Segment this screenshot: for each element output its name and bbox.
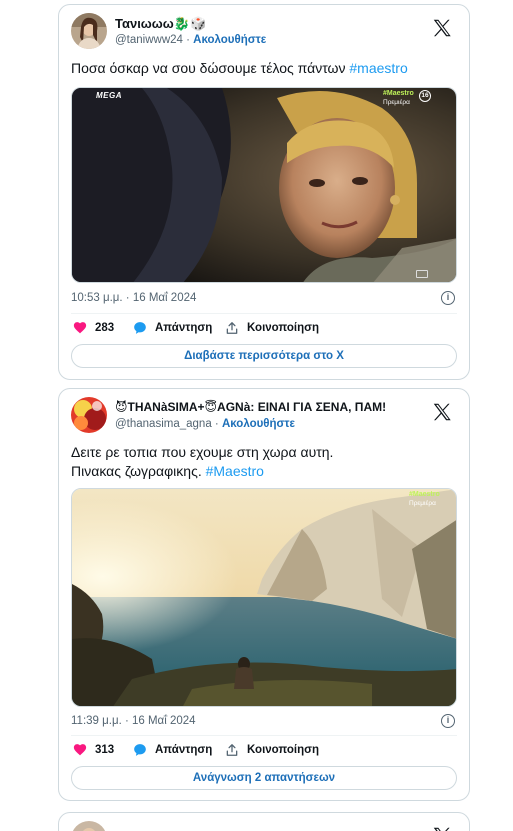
separator-dot: · [214,418,219,430]
heart-icon [73,322,87,334]
tweet-text-line: Δειτε ρε τοπια που εχουμε στη χωρα αυτη. [71,444,334,460]
channel-logo: MEGA [96,91,122,100]
like-count: 313 [95,743,115,756]
premiere-overlay: Πρεμιέρα [409,500,436,507]
reply-label: Απάντηση [155,744,213,756]
tweet-header: Τανιωωω🐉🎲 @taniwww24 · Ακολουθήστε [71,13,457,53]
video-frame [72,88,456,282]
hashtag-link[interactable]: #Maestro [206,463,264,479]
video-frame [72,489,456,706]
tweet-text-body: Ποσα όσκαρ να σου δώσουμε τέλος πάντων [71,60,350,76]
show-tag-overlay: #Maestro [409,491,440,498]
tweet-card: bibibe [58,812,470,831]
tweet-text-body: Πινακας ζωγραφικης. [71,463,206,479]
follow-button[interactable]: Ακολουθήστε [222,418,295,430]
reply-button[interactable]: Απάντηση [133,743,212,757]
x-logo-icon[interactable] [431,17,453,39]
tweet-text-line: Πινακας ζωγραφικης. #Maestro [71,462,457,481]
author-subline: @taniwww24 · Ακολουθήστε [115,34,266,46]
separator-dot: · [186,34,190,46]
author-subline: @thanasima_agna · Ακολουθήστε [115,418,295,430]
avatar[interactable] [71,821,107,831]
author-name[interactable]: Τανιωωω🐉🎲 [115,16,206,32]
timestamp[interactable]: 10:53 μ.μ. · 16 Μαΐ 2024 [71,292,196,304]
reply-bubble-icon [134,322,146,334]
info-icon[interactable]: i [441,291,455,305]
action-bar: 313 Απάντηση Κοινοποίηση [73,743,457,761]
read-more-button[interactable]: Διαβάστε περισσότερα στο X [71,344,457,368]
author-handle[interactable]: @thanasima_agna [115,418,212,430]
tweet-header: bibibe [71,821,457,831]
tweet-video[interactable]: MEGA #Maestro Πρεμιέρα 16 [71,87,457,283]
share-button[interactable]: Κοινοποίηση [225,743,319,757]
like-button[interactable]: 283 [73,321,114,334]
tweet-header: 😈THANàSIMA+😇AGNà: ΕΙΝΑΙ ΓΙΑ ΣΕΝΑ, ΠΑΜ! @… [71,397,457,437]
premiere-overlay: Πρεμιέρα [383,99,410,106]
like-count: 283 [95,321,115,334]
tweet-video[interactable]: #Maestro Πρεμιέρα [71,488,457,707]
reply-bubble-icon [134,744,146,756]
author-name[interactable]: 😈THANàSIMA+😇AGNà: ΕΙΝΑΙ ΓΙΑ ΣΕΝΑ, ΠΑΜ! [115,400,386,414]
tweet-card: Τανιωωω🐉🎲 @taniwww24 · Ακολουθήστε Ποσα … [58,4,470,380]
hashtag-link[interactable]: #maestro [349,60,407,76]
x-logo-icon[interactable] [431,401,453,423]
avatar[interactable] [71,13,107,49]
x-logo-icon[interactable] [431,825,453,831]
share-label: Κοινοποίηση [247,322,319,334]
divider [71,735,457,736]
follow-button[interactable]: Ακολουθήστε [193,34,266,46]
read-replies-button[interactable]: Ανάγνωση 2 απαντήσεων [71,766,457,790]
author-handle[interactable]: @taniwww24 [115,34,183,46]
tweet-card: 😈THANàSIMA+😇AGNà: ΕΙΝΑΙ ΓΙΑ ΣΕΝΑ, ΠΑΜ! @… [58,388,470,801]
info-icon[interactable]: i [441,714,455,728]
like-button[interactable]: 313 [73,743,114,756]
action-bar: 283 Απάντηση Κοινοποίηση [73,321,457,339]
tweet-text: Δειτε ρε τοπια που εχουμε στη χωρα αυτη.… [71,443,457,481]
reply-button[interactable]: Απάντηση [133,321,212,335]
avatar[interactable] [71,397,107,433]
share-icon [226,322,238,334]
subtitles-icon[interactable] [416,270,428,278]
show-tag-overlay: #Maestro [383,90,414,97]
heart-icon [73,744,87,756]
share-icon [226,744,238,756]
rating-badge: 16 [419,90,431,102]
share-button[interactable]: Κοινοποίηση [225,321,319,335]
reply-label: Απάντηση [155,322,213,334]
timestamp[interactable]: 11:39 μ.μ. · 16 Μαΐ 2024 [71,715,196,727]
tweet-text: Ποσα όσκαρ να σου δώσουμε τέλος πάντων #… [71,59,457,78]
share-label: Κοινοποίηση [247,744,319,756]
divider [71,313,457,314]
